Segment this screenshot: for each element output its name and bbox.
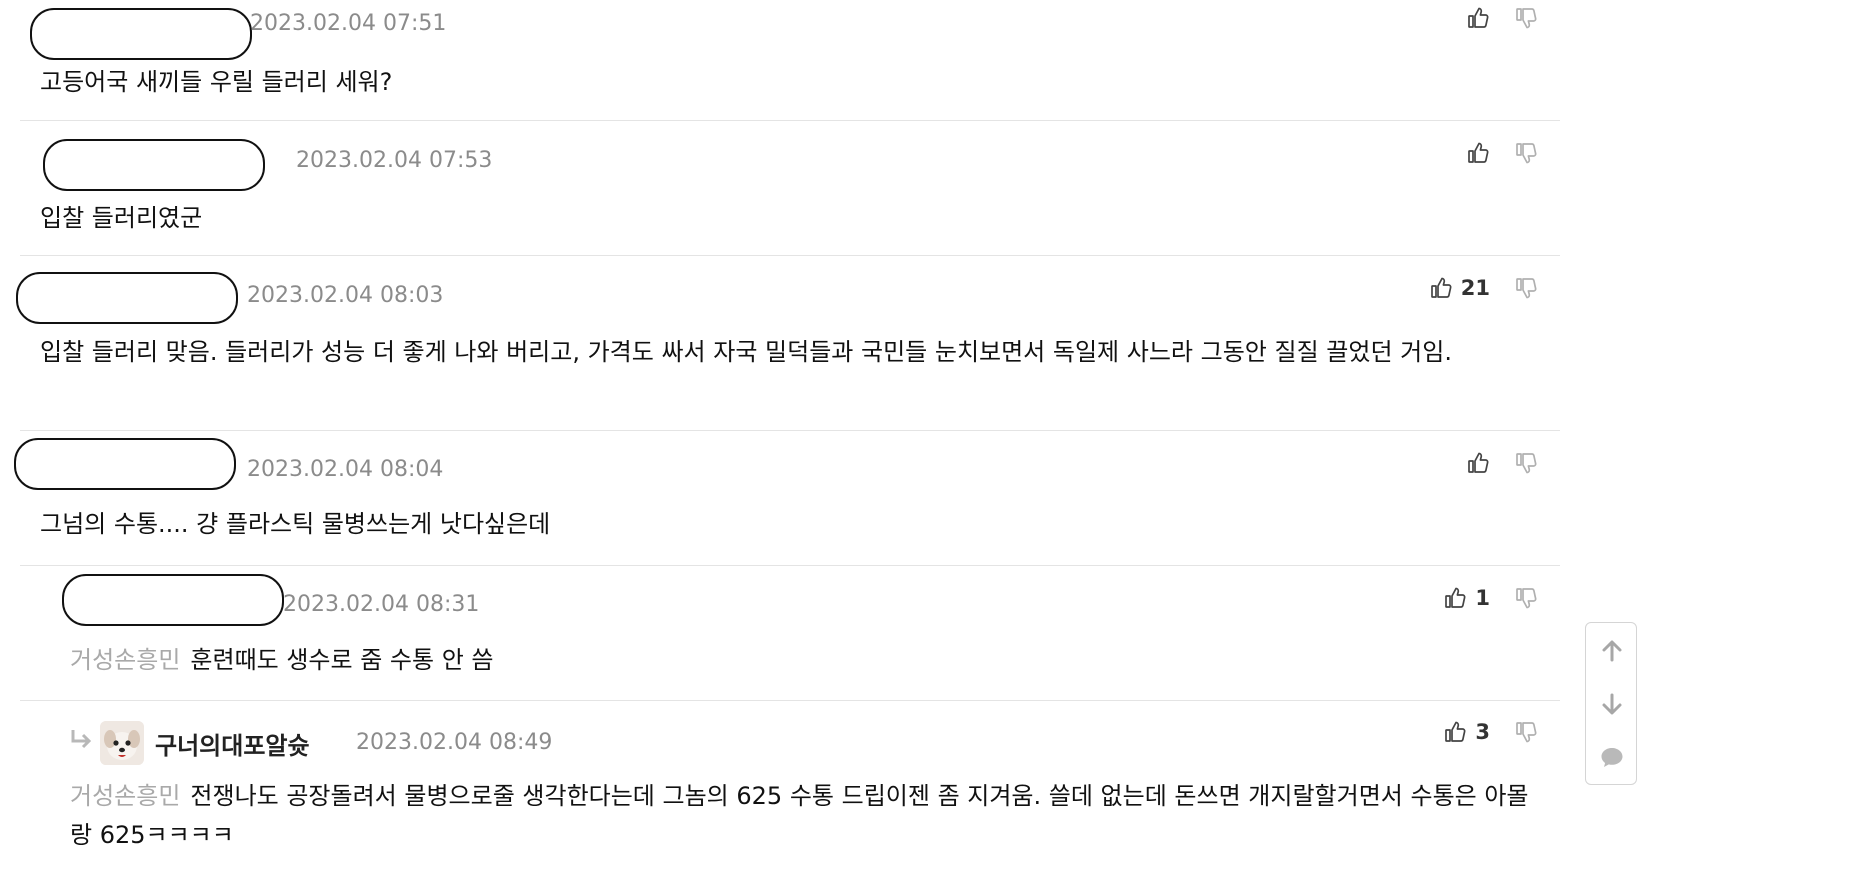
comment-date: 2023.02.04 07:51 (250, 11, 447, 36)
comment-page: 2023.02.04 07:51 고등어국 새끼들 우릴 들러리 세워? 202… (0, 0, 1857, 872)
like-count: 21 (1460, 276, 1490, 300)
comment-date: 2023.02.04 08:49 (356, 730, 553, 755)
comment-item: 2023.02.04 07:51 고등어국 새끼들 우릴 들러리 세워? (20, 0, 1560, 121)
vote-controls: 1 (1443, 583, 1538, 613)
vote-controls: 21 (1429, 273, 1538, 303)
dislike-button[interactable] (1514, 141, 1538, 165)
mention-username[interactable]: 거성손흥민 (70, 782, 180, 810)
comment-date: 2023.02.04 08:04 (247, 457, 444, 482)
comment-text: 그넘의 수통.... 걍 플라스틱 물병쓰는게 낫다싶은데 (40, 510, 551, 538)
scroll-bottom-button[interactable] (1586, 679, 1638, 729)
avatar (100, 721, 144, 765)
like-count: 3 (1475, 720, 1490, 744)
comment-text: 입찰 들러리 맞음. 들러리가 성능 더 좋게 나와 버리고, 가격도 싸서 자… (40, 338, 1452, 366)
reply-text: 훈련때도 생수로 줌 수통 안 씀 (190, 646, 494, 674)
scroll-top-button[interactable] (1586, 626, 1638, 676)
dislike-button[interactable] (1514, 276, 1538, 300)
like-button[interactable]: 21 (1429, 276, 1490, 300)
floating-nav (1585, 622, 1637, 785)
comment-date: 2023.02.04 08:03 (247, 283, 444, 308)
comment-text: 고등어국 새끼들 우릴 들러리 세워? (40, 68, 393, 96)
vote-controls (1466, 3, 1538, 33)
comment-text: 거성손흥민 전쟁나도 공장돌려서 물병으로줄 생각한다는데 그놈의 625 수통 … (70, 777, 1540, 855)
comment-date: 2023.02.04 08:31 (283, 592, 480, 617)
mention-username[interactable]: 거성손흥민 (70, 646, 180, 674)
reply-item: 구너의대포알슛 2023.02.04 08:49 3 거성손흥민 전쟁나도 공장돌… (20, 700, 1560, 872)
thumbs-down-icon (1514, 586, 1538, 610)
comment-text: 입찰 들러리였군 (40, 204, 203, 232)
nickname[interactable]: 구너의대포알슛 (155, 726, 310, 761)
redacted-username (30, 8, 252, 60)
vote-controls (1466, 138, 1538, 168)
comment-button[interactable] (1586, 732, 1638, 782)
vote-controls (1466, 448, 1538, 478)
redacted-username (62, 574, 284, 626)
dislike-button[interactable] (1514, 6, 1538, 30)
dislike-button[interactable] (1514, 451, 1538, 475)
thumbs-up-icon (1466, 451, 1490, 475)
comment-item: 2023.02.04 08:04 그넘의 수통.... 걍 플라스틱 물병쓰는게… (14, 430, 1560, 566)
like-button[interactable]: 3 (1443, 720, 1490, 744)
like-button[interactable]: 1 (1443, 586, 1490, 610)
comment-item: 2023.02.04 08:03 21 입찰 들러리 맞음. 들러리가 성능 더… (16, 255, 1560, 431)
reply-text: 전쟁나도 공장돌려서 물병으로줄 생각한다는데 그놈의 625 수통 드립이젠 … (70, 782, 1529, 849)
thumbs-up-icon (1466, 141, 1490, 165)
thumbs-up-icon (1443, 720, 1467, 744)
thumbs-up-icon (1429, 276, 1453, 300)
arrow-down-icon (1602, 693, 1622, 715)
like-button[interactable] (1466, 451, 1490, 475)
thumbs-up-icon (1443, 586, 1467, 610)
thumbs-down-icon (1514, 276, 1538, 300)
comment-item: 2023.02.04 07:53 입찰 들러리였군 (20, 120, 1560, 256)
like-count: 1 (1475, 586, 1490, 610)
dislike-button[interactable] (1514, 720, 1538, 744)
vote-controls: 3 (1443, 717, 1538, 747)
thumbs-up-icon (1466, 6, 1490, 30)
thumbs-down-icon (1514, 451, 1538, 475)
like-button[interactable] (1466, 141, 1490, 165)
comment-date: 2023.02.04 07:53 (296, 148, 493, 173)
thumbs-down-icon (1514, 6, 1538, 30)
redacted-username (16, 272, 238, 324)
thumbs-down-icon (1514, 141, 1538, 165)
dislike-button[interactable] (1514, 586, 1538, 610)
redacted-username (14, 438, 236, 490)
thumbs-down-icon (1514, 720, 1538, 744)
reply-arrow-icon (71, 730, 92, 749)
like-button[interactable] (1466, 6, 1490, 30)
arrow-up-icon (1602, 640, 1622, 662)
reply-item: 2023.02.04 08:31 1 거성손흥민 훈련때도 생수로 줌 수통 안 … (20, 565, 1560, 701)
comment-icon (1601, 748, 1623, 767)
redacted-username (43, 139, 265, 191)
comment-text: 거성손흥민 훈련때도 생수로 줌 수통 안 씀 (70, 641, 1540, 680)
